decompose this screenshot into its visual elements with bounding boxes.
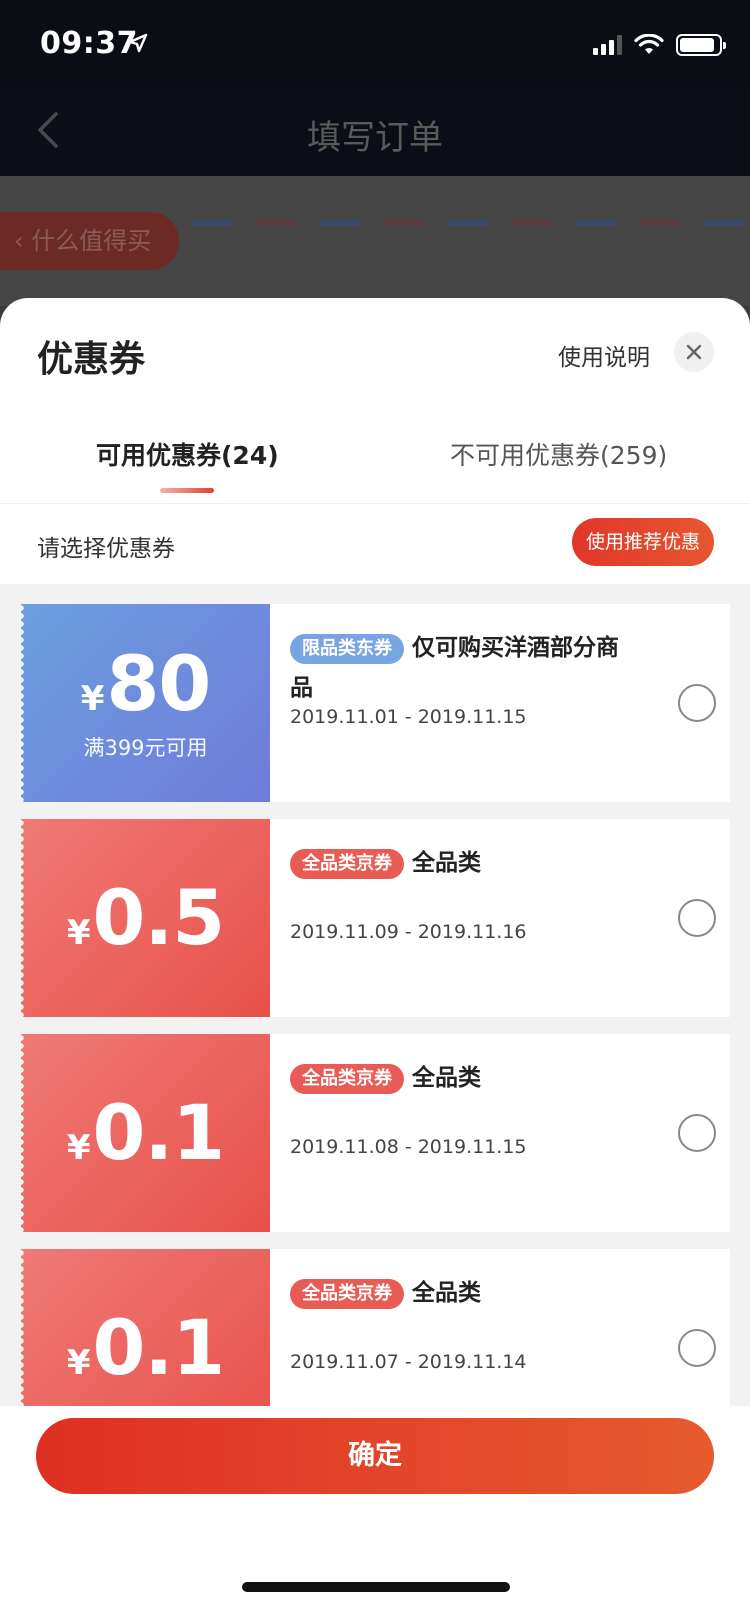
coupon-date: 2019.11.07 - 2019.11.14	[290, 1351, 527, 1373]
coupon-date: 2019.11.08 - 2019.11.15	[290, 1136, 527, 1158]
coupon-description: 全品类	[412, 850, 481, 876]
sheet-footer: 确定	[0, 1406, 750, 1624]
coupon-value: 0.1	[92, 1088, 226, 1177]
coupon-amount: ¥ 0.1	[66, 1088, 226, 1177]
active-tab-indicator	[160, 488, 214, 493]
coupon-description: 全品类	[412, 1065, 481, 1091]
coupon-tabs: 可用优惠券(24) 不可用优惠券(259)	[0, 408, 750, 504]
coupon-tag: 限品类东券	[290, 633, 404, 664]
status-time: 09:37	[40, 26, 138, 61]
battery-icon	[676, 34, 726, 56]
home-indicator	[242, 1582, 510, 1592]
use-recommended-button[interactable]: 使用推荐优惠	[571, 518, 714, 566]
currency-symbol: ¥	[66, 1343, 91, 1383]
coupon-amount: ¥ 0.1	[66, 1303, 226, 1392]
coupon-tag: 全品类京券	[290, 848, 404, 879]
status-bar: 09:37	[0, 0, 750, 88]
nav-bar: 填写订单	[0, 88, 750, 176]
coupon-value: 0.1	[92, 1303, 226, 1392]
coupon-details: 限品类东券 仅可购买洋酒部分商品 2019.11.01 - 2019.11.15	[270, 604, 730, 802]
currency-symbol: ¥	[66, 1128, 91, 1168]
background-pill: ‹ 什么值得买	[0, 212, 180, 270]
page-title: 填写订单	[307, 118, 443, 158]
coupon-card[interactable]: ¥ 80 满399元可用 限品类东券 仅可购买洋酒部分商品 2019.11.01 …	[21, 604, 730, 802]
coupon-value: 80	[106, 639, 211, 728]
location-arrow-icon	[128, 33, 148, 53]
currency-symbol: ¥	[66, 913, 91, 953]
close-button[interactable]	[674, 332, 714, 372]
currency-symbol: ¥	[80, 679, 105, 719]
sheet-title: 优惠券	[37, 339, 146, 380]
coupon-value: 0.5	[92, 873, 226, 962]
sheet-header: 优惠券 使用说明	[0, 298, 750, 408]
coupon-tag: 全品类京券	[290, 1278, 404, 1309]
coupon-amount-panel: ¥ 80 满399元可用	[21, 604, 270, 802]
select-coupon-label: 请选择优惠券	[37, 536, 175, 562]
coupon-amount-panel: ¥ 0.5	[21, 819, 270, 1017]
coupon-radio[interactable]	[678, 899, 716, 937]
tab-unavailable[interactable]: 不可用优惠券(259)	[450, 436, 667, 472]
coupon-description: 全品类	[412, 1280, 481, 1306]
coupon-amount-panel: ¥ 0.1	[21, 1034, 270, 1232]
confirm-button[interactable]: 确定	[36, 1418, 714, 1494]
chevron-left-icon: ‹	[14, 227, 24, 255]
cellular-signal-icon	[593, 35, 622, 55]
background-pill-label: 什么值得买	[31, 227, 152, 255]
background-page: ‹ 什么值得买	[0, 176, 750, 306]
coupon-details: 全品类京券 全品类 2019.11.08 - 2019.11.15	[270, 1034, 730, 1232]
close-icon	[686, 344, 702, 360]
coupon-date: 2019.11.09 - 2019.11.16	[290, 921, 527, 943]
coupon-radio[interactable]	[678, 1329, 716, 1367]
coupon-radio[interactable]	[678, 1114, 716, 1152]
select-row: 请选择优惠券 使用推荐优惠	[0, 504, 750, 584]
wifi-icon	[634, 34, 664, 54]
coupon-card[interactable]: ¥ 0.5 全品类京券 全品类 2019.11.09 - 2019.11.16	[21, 819, 730, 1017]
coupon-details: 全品类京券 全品类 2019.11.09 - 2019.11.16	[270, 819, 730, 1017]
coupon-condition: 满399元可用	[83, 736, 208, 760]
coupon-date: 2019.11.01 - 2019.11.15	[290, 706, 527, 728]
coupon-card[interactable]: ¥ 0.1 全品类京券 全品类 2019.11.08 - 2019.11.15	[21, 1034, 730, 1232]
coupon-list[interactable]: ¥ 80 满399元可用 限品类东券 仅可购买洋酒部分商品 2019.11.01 …	[0, 584, 750, 1447]
usage-instructions-link[interactable]: 使用说明	[558, 338, 650, 372]
coupon-sheet: 优惠券 使用说明 可用优惠券(24) 不可用优惠券(259) 请选择优惠券 使用…	[0, 298, 750, 1624]
coupon-radio[interactable]	[678, 684, 716, 722]
coupon-amount: ¥ 0.5	[66, 873, 226, 962]
coupon-amount: ¥ 80	[80, 639, 211, 728]
coupon-tag: 全品类京券	[290, 1063, 404, 1094]
tab-available[interactable]: 可用优惠券(24)	[96, 436, 279, 472]
